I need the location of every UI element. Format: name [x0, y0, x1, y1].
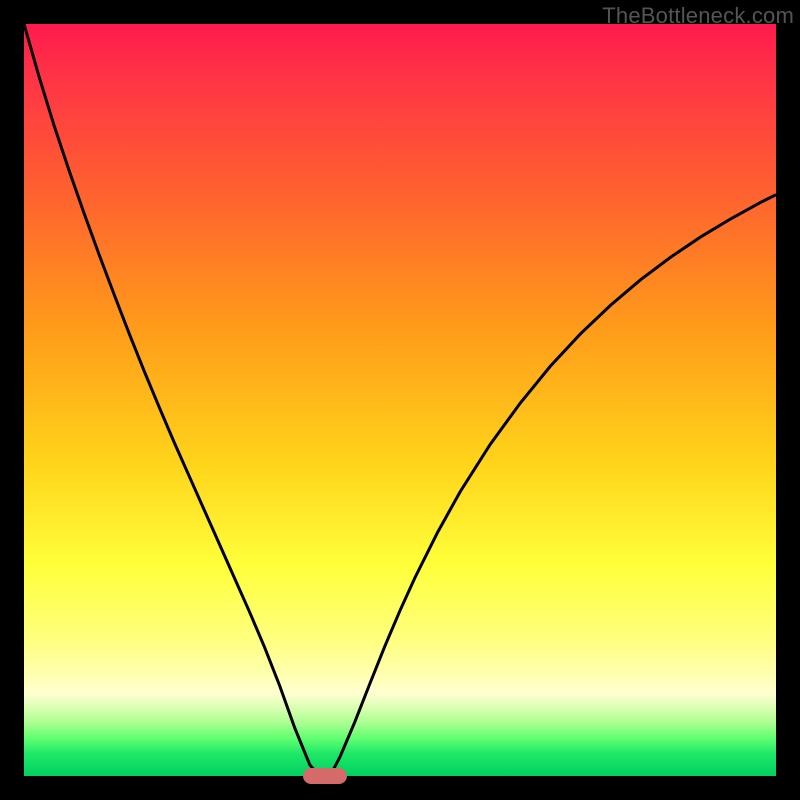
bottleneck-curve — [24, 24, 776, 776]
bottleneck-marker — [303, 768, 347, 784]
curve-left-branch — [24, 24, 325, 776]
chart-frame — [24, 24, 776, 776]
watermark-text: TheBottleneck.com — [602, 3, 794, 29]
curve-right-branch — [325, 195, 776, 776]
